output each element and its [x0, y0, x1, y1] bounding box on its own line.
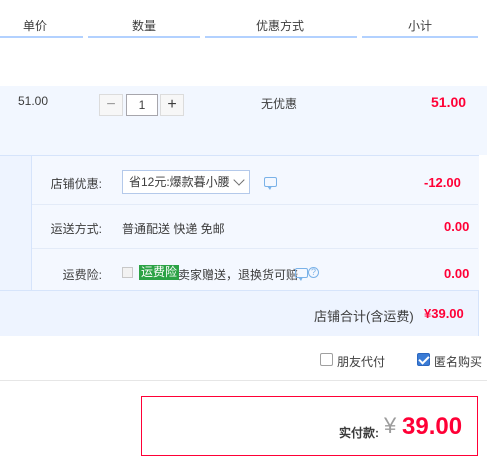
insurance-description: 卖家赠送，退换货可赔: [178, 268, 299, 282]
item-subtotal: 51.00: [431, 94, 467, 110]
header-quantity: 数量: [132, 19, 157, 33]
friend-pay-label[interactable]: 朋友代付: [337, 353, 385, 370]
chevron-down-icon: [233, 174, 245, 186]
insurance-amount: 0.00: [444, 266, 470, 281]
payment-amount: 39.00: [402, 413, 463, 440]
insurance-tag: 运费险: [139, 265, 180, 280]
message-icon[interactable]: [264, 177, 277, 190]
message-icon[interactable]: [295, 268, 308, 281]
anonymous-checkbox[interactable]: [417, 353, 430, 366]
header-price: 单价: [23, 19, 48, 33]
anonymous-label[interactable]: 匿名购买: [434, 353, 482, 370]
store-coupon-select[interactable]: 省12元:爆款暮小腰: [122, 170, 250, 194]
divider: [32, 248, 478, 249]
store-coupon-label: 店铺优惠:: [50, 177, 102, 191]
payment-label: 实付款:: [339, 426, 379, 440]
quantity-input[interactable]: 1: [126, 94, 158, 116]
header-subtotal: 小计: [408, 19, 433, 33]
header-divider: [0, 36, 83, 38]
insurance-label: 运费险:: [62, 268, 102, 282]
shipping-label: 运送方式:: [50, 222, 102, 236]
insurance-checkbox[interactable]: [122, 267, 133, 278]
unit-price: 51.00: [18, 94, 49, 108]
store-total-amount: ¥39.00: [424, 306, 464, 321]
item-discount: 无优惠: [261, 97, 298, 111]
order-options-row: [0, 336, 487, 381]
header-discount: 优惠方式: [256, 19, 305, 33]
header-divider: [362, 36, 478, 38]
store-coupon-value: 省12元:爆款暮小腰: [129, 175, 230, 189]
payment-currency: ¥: [384, 413, 397, 438]
shipping-method: 普通配送 快递 免邮: [122, 222, 225, 236]
store-coupon-amount: -12.00: [424, 175, 461, 190]
divider: [32, 204, 478, 205]
order-item-row: [0, 86, 487, 155]
quantity-decrease-button[interactable]: −: [99, 94, 123, 116]
friend-pay-checkbox[interactable]: [320, 353, 333, 366]
table-header: 单价 数量 优惠方式 小计: [0, 0, 487, 48]
quantity-increase-button[interactable]: +: [160, 94, 184, 116]
store-total-label: 店铺合计(含运费): [314, 309, 414, 324]
shipping-amount: 0.00: [444, 219, 470, 234]
header-divider: [88, 36, 200, 38]
header-divider: [205, 36, 357, 38]
help-icon[interactable]: ?: [308, 267, 319, 278]
